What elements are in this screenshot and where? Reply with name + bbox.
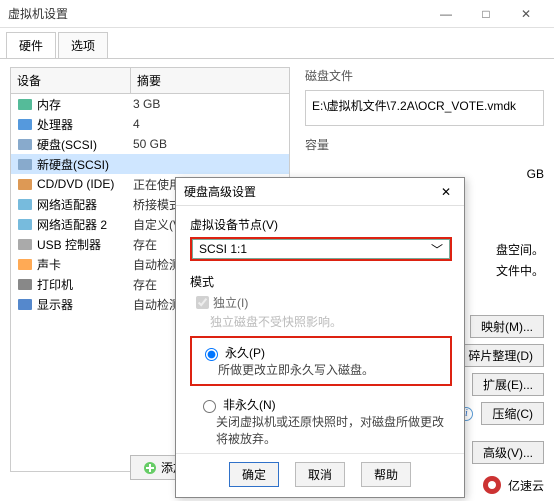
map-button[interactable]: 映射(M)...: [470, 315, 544, 338]
disk-file-box: E:\虚拟机文件\7.2A\OCR_VOTE.vmdk: [305, 90, 544, 126]
mode-label: 模式: [190, 273, 452, 290]
nonpermanent-radio-row[interactable]: 非永久(N): [198, 396, 452, 413]
device-icon: [17, 216, 33, 232]
disk-file-label: 磁盘文件: [305, 67, 544, 84]
permanent-desc: 所做更改立即永久写入磁盘。: [218, 361, 442, 378]
brand-name: 亿速云: [508, 477, 544, 494]
plus-icon: [143, 461, 157, 475]
device-icon: [17, 276, 33, 292]
advanced-button[interactable]: 高级(V)...: [472, 441, 544, 464]
device-row[interactable]: 新硬盘(SCSI): [11, 154, 289, 174]
cancel-button[interactable]: 取消: [295, 462, 345, 487]
brand-footer: 亿速云: [482, 475, 544, 495]
virtual-node-value: SCSI 1:1: [199, 242, 247, 256]
device-list-header: 设备 摘要: [11, 68, 289, 94]
help-button[interactable]: 帮助: [361, 462, 411, 487]
compact-button[interactable]: 压缩(C): [481, 402, 544, 425]
permanent-label: 永久(P): [225, 344, 265, 361]
device-row[interactable]: 内存 3 GB: [11, 94, 289, 114]
device-icon: [17, 156, 33, 172]
capacity-label: 容量: [305, 136, 544, 153]
device-summary: 4: [133, 117, 283, 131]
independent-checkbox-row[interactable]: 独立(I): [196, 294, 452, 311]
virtual-node-select[interactable]: SCSI 1:1 ﹀: [192, 239, 450, 259]
window-titlebar: 虚拟机设置 — □ ✕: [0, 0, 554, 28]
device-name: 处理器: [37, 116, 133, 133]
device-name: 网络适配器 2: [37, 216, 133, 233]
device-name: 声卡: [37, 256, 133, 273]
nonpermanent-label: 非永久(N): [223, 396, 276, 413]
dialog-titlebar: 硬盘高级设置 ✕: [176, 178, 464, 206]
device-name: 硬盘(SCSI): [37, 136, 133, 153]
maximize-button[interactable]: □: [466, 1, 506, 27]
permanent-radio-row[interactable]: 永久(P): [200, 344, 442, 361]
device-name: 内存: [37, 96, 133, 113]
col-summary: 摘要: [131, 68, 289, 93]
window-title: 虚拟机设置: [8, 5, 426, 22]
tab-hardware[interactable]: 硬件: [6, 32, 56, 58]
device-row[interactable]: 处理器 4: [11, 114, 289, 134]
advanced-disk-dialog: 硬盘高级设置 ✕ 虚拟设备节点(V) SCSI 1:1 ﹀ 模式 独立(I) 独…: [175, 177, 465, 498]
nonpermanent-radio[interactable]: [203, 400, 216, 413]
virtual-node-label: 虚拟设备节点(V): [190, 216, 452, 233]
device-icon: [17, 196, 33, 212]
device-summary: 3 GB: [133, 97, 283, 111]
brand-logo-icon: [482, 475, 502, 495]
chevron-down-icon: ﹀: [431, 241, 443, 258]
device-icon: [17, 116, 33, 132]
permanent-radio[interactable]: [205, 348, 218, 361]
dialog-close-button[interactable]: ✕: [436, 185, 456, 199]
minimize-button[interactable]: —: [426, 1, 466, 27]
device-name: 显示器: [37, 296, 133, 313]
dialog-title: 硬盘高级设置: [184, 183, 436, 200]
device-icon: [17, 136, 33, 152]
device-row[interactable]: 硬盘(SCSI) 50 GB: [11, 134, 289, 154]
device-icon: [17, 256, 33, 272]
disk-file-path: E:\虚拟机文件\7.2A\OCR_VOTE.vmdk: [312, 99, 516, 113]
col-device: 设备: [11, 68, 131, 93]
independent-hint: 独立磁盘不受快照影响。: [210, 313, 452, 330]
independent-label: 独立(I): [213, 294, 248, 311]
nonpermanent-desc: 关闭虚拟机或还原快照时，对磁盘所做更改将被放弃。: [216, 413, 452, 447]
ok-button[interactable]: 确定: [229, 462, 279, 487]
tab-bar: 硬件 选项: [0, 28, 554, 59]
tab-options[interactable]: 选项: [58, 32, 108, 58]
virtual-node-highlight: SCSI 1:1 ﹀: [190, 237, 452, 261]
device-summary: 50 GB: [133, 137, 283, 151]
device-name: 打印机: [37, 276, 133, 293]
device-icon: [17, 296, 33, 312]
device-name: USB 控制器: [37, 236, 133, 253]
independent-checkbox[interactable]: [196, 296, 209, 309]
expand-button[interactable]: 扩展(E)...: [472, 373, 544, 396]
permanent-highlight: 永久(P) 所做更改立即永久写入磁盘。: [190, 336, 452, 386]
close-button[interactable]: ✕: [506, 1, 546, 27]
device-name: 网络适配器: [37, 196, 133, 213]
device-icon: [17, 236, 33, 252]
device-name: 新硬盘(SCSI): [37, 156, 133, 173]
device-icon: [17, 96, 33, 112]
device-name: CD/DVD (IDE): [37, 177, 133, 191]
device-icon: [17, 176, 33, 192]
defrag-button[interactable]: 碎片整理(D): [457, 344, 544, 367]
